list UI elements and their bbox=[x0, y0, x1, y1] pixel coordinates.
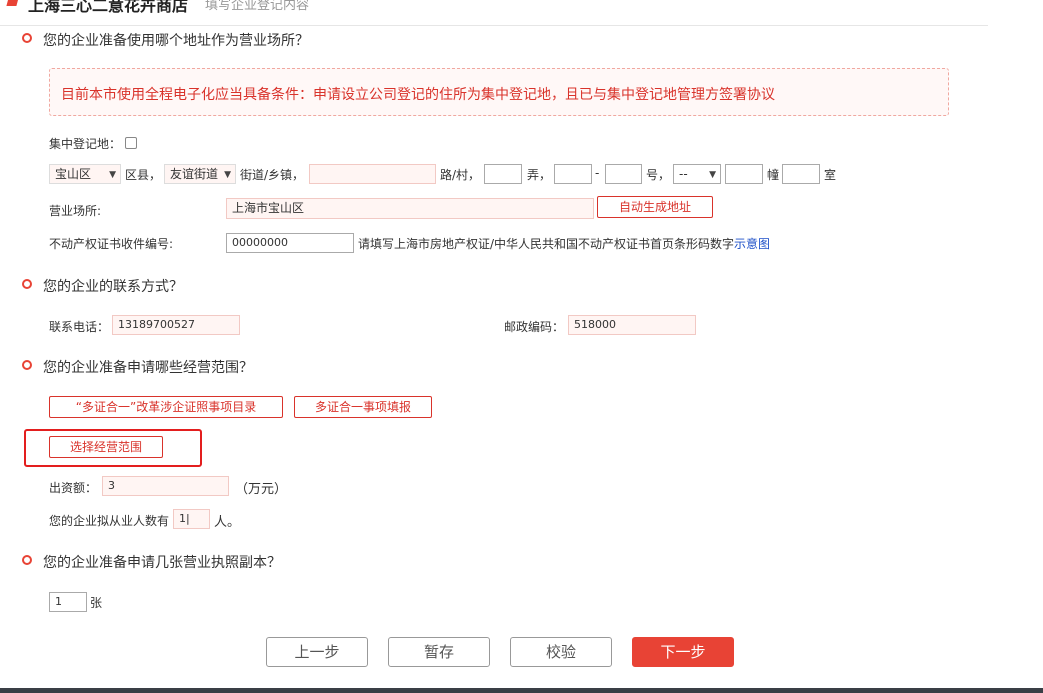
question-bullet-icon bbox=[22, 360, 32, 370]
building-input[interactable] bbox=[725, 164, 763, 184]
street-select[interactable]: 友谊街道 ▼ bbox=[164, 164, 236, 184]
header-mark-icon bbox=[6, 0, 20, 6]
zip-label: 邮政编码： bbox=[504, 320, 565, 334]
employees-label: 您的企业拟从业人数有 bbox=[49, 514, 170, 528]
lane-input[interactable] bbox=[484, 164, 522, 184]
room-input[interactable] bbox=[782, 164, 820, 184]
save-draft-button[interactable]: 暂存 bbox=[388, 637, 490, 667]
capital-label: 出资额： bbox=[49, 481, 98, 495]
contact-question: 您的企业的联系方式？ bbox=[43, 279, 183, 295]
capital-unit: （万元） bbox=[235, 482, 288, 497]
road-input[interactable] bbox=[309, 164, 436, 184]
district-suffix: 区县， bbox=[125, 168, 162, 182]
central-reg-checkbox[interactable] bbox=[125, 137, 137, 149]
select-business-scope-button[interactable]: 选择经营范围 bbox=[49, 436, 163, 458]
question-bullet-icon bbox=[22, 279, 32, 289]
auto-generate-address-button[interactable]: 自动生成地址 bbox=[597, 196, 713, 218]
address-notice-text: 目前本市使用全程电子化应当具备条件：申请设立公司登记的住所为集中登记地，且已与集… bbox=[61, 87, 775, 103]
building-select[interactable]: -- ▼ bbox=[673, 164, 721, 184]
sample-image-link[interactable]: 示意图 bbox=[734, 237, 770, 251]
dropdown-arrow-icon: ▼ bbox=[224, 170, 231, 180]
street-suffix: 街道/乡镇， bbox=[240, 168, 305, 182]
building-suffix: 幢 bbox=[767, 168, 780, 182]
question-bullet-icon bbox=[22, 555, 32, 565]
zip-input[interactable]: 518000 bbox=[568, 315, 696, 335]
address-notice: 目前本市使用全程电子化应当具备条件：申请设立公司登记的住所为集中登记地，且已与集… bbox=[49, 68, 949, 116]
employees-unit: 人。 bbox=[214, 515, 241, 530]
page-subtitle: 填写企业登记内容 bbox=[205, 0, 310, 13]
number-dash: - bbox=[595, 166, 600, 180]
phone-input[interactable]: 13189700527 bbox=[112, 315, 240, 335]
premises-input[interactable]: 上海市宝山区 bbox=[226, 198, 594, 219]
property-cert-label: 不动产权证书收件编号: bbox=[49, 237, 174, 251]
dropdown-arrow-icon: ▼ bbox=[109, 170, 116, 180]
address-question: 您的企业准备使用哪个地址作为营业场所？ bbox=[43, 33, 309, 49]
license-copies-input[interactable]: 1 bbox=[49, 592, 87, 612]
dropdown-arrow-icon: ▼ bbox=[709, 170, 716, 180]
district-select[interactable]: 宝山区 ▼ bbox=[49, 164, 121, 184]
prev-step-button[interactable]: 上一步 bbox=[266, 637, 368, 667]
header-divider bbox=[0, 25, 988, 26]
capital-input[interactable]: 3 bbox=[102, 476, 229, 496]
number-input-start[interactable] bbox=[554, 164, 592, 184]
property-cert-input[interactable]: 00000000 bbox=[226, 233, 354, 253]
scope-question: 您的企业准备申请哪些经营范围？ bbox=[43, 360, 253, 376]
multi-cert-fill-button[interactable]: 多证合一事项填报 bbox=[294, 396, 432, 418]
premises-label: 营业场所: bbox=[49, 204, 102, 218]
room-suffix: 室 bbox=[824, 168, 837, 182]
number-input-end[interactable] bbox=[605, 164, 642, 184]
multi-cert-catalog-button[interactable]: “多证合一”改革涉企证照事项目录 bbox=[49, 396, 283, 418]
number-suffix: 号， bbox=[646, 168, 671, 182]
next-step-button[interactable]: 下一步 bbox=[632, 637, 734, 667]
central-reg-label: 集中登记地： bbox=[49, 137, 122, 151]
bottom-bar bbox=[0, 688, 1043, 693]
employees-input[interactable]: 1| bbox=[173, 509, 210, 529]
page-title: 上海三心二意花卉商店 bbox=[28, 0, 189, 15]
property-cert-hint: 请填写上海市房地产权证/中华人民共和国不动产权证书首页条形码数字示意图 bbox=[358, 237, 771, 251]
license-copies-unit: 张 bbox=[90, 596, 103, 610]
question-bullet-icon bbox=[22, 33, 32, 43]
verify-button[interactable]: 校验 bbox=[510, 637, 612, 667]
lane-suffix: 弄， bbox=[527, 168, 552, 182]
license-question: 您的企业准备申请几张营业执照副本？ bbox=[43, 555, 281, 571]
road-suffix: 路/村， bbox=[440, 168, 481, 182]
phone-label: 联系电话： bbox=[49, 320, 110, 334]
